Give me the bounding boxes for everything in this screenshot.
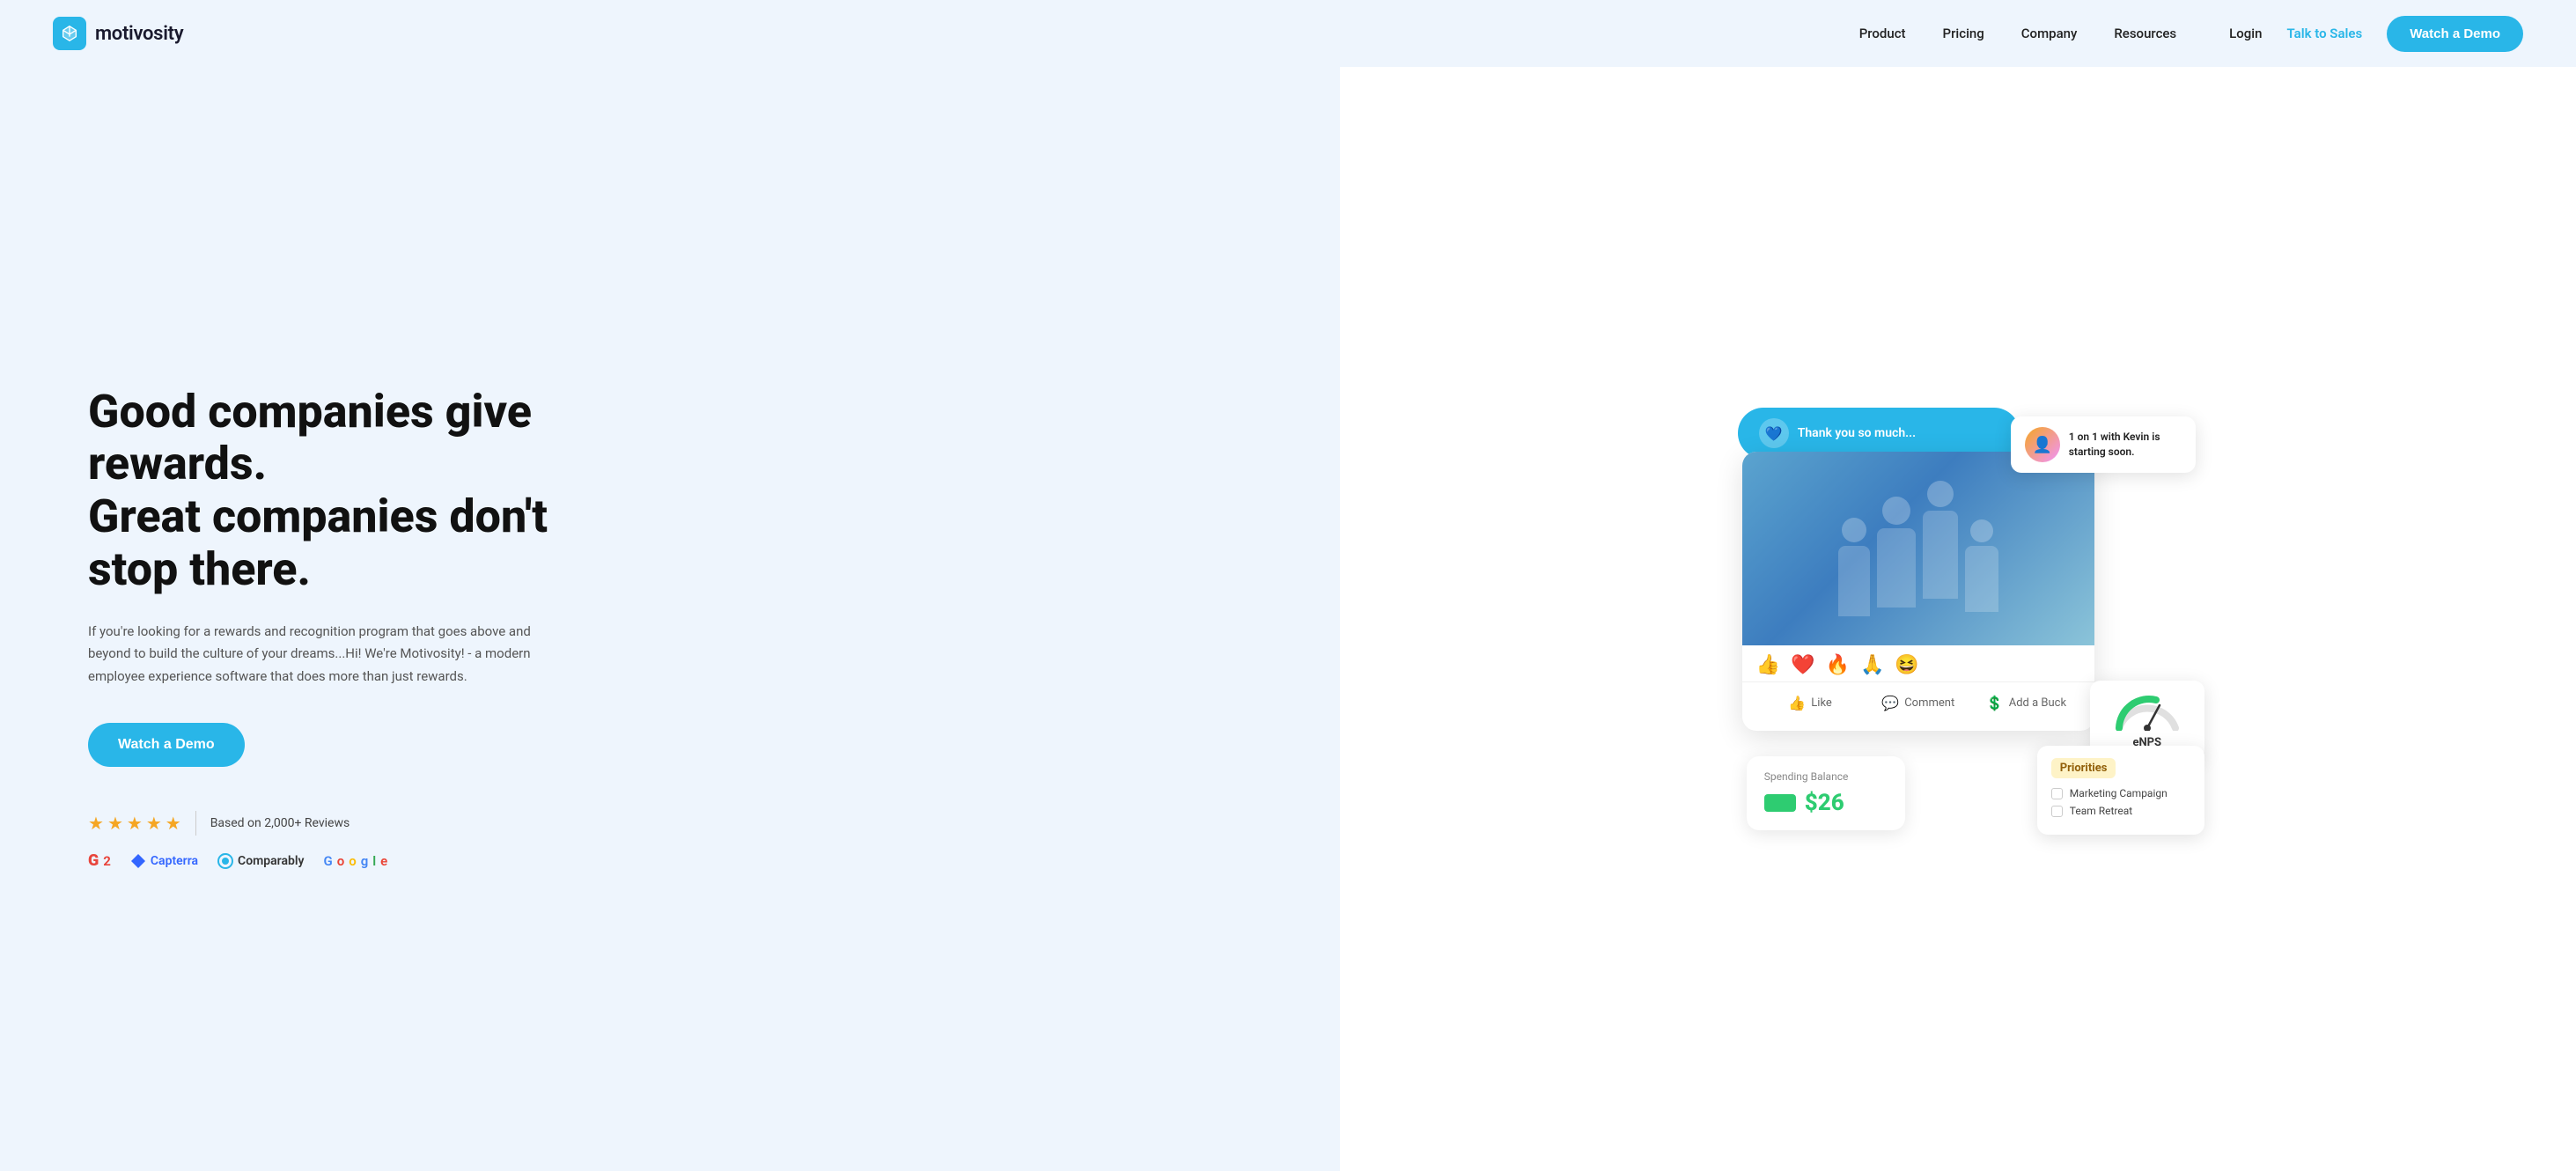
logo[interactable]: motivosity xyxy=(53,17,183,50)
google-g: G xyxy=(323,853,332,869)
enps-chart xyxy=(2112,691,2182,731)
comparably-icon xyxy=(217,853,233,869)
nav-pricing[interactable]: Pricing xyxy=(1943,26,1984,41)
hero-heading: Good companies give rewards. Great compa… xyxy=(88,386,616,596)
logo-icon xyxy=(53,17,86,50)
actions-bar: 👍 Like 💬 Comment 💲 Add a Buck xyxy=(1742,681,2094,731)
comparably-label: Comparably xyxy=(238,854,304,868)
hero-left: Good companies give rewards. Great compa… xyxy=(0,67,1340,1171)
capterra-label: Capterra xyxy=(151,854,198,868)
capterra-icon xyxy=(130,853,146,869)
person-3 xyxy=(1923,481,1958,599)
google-e: e xyxy=(380,853,387,869)
review-divider xyxy=(195,811,196,836)
hero-heading-line2: Great companies don't stop there. xyxy=(88,490,548,596)
spending-card: Spending Balance $26 xyxy=(1747,756,1905,830)
partner-logos: G 2 Capterra Comparably Google xyxy=(88,851,1287,870)
brand-name: motivosity xyxy=(95,23,183,45)
post-photo xyxy=(1742,452,2094,645)
person-1 xyxy=(1838,518,1870,616)
comment-button[interactable]: 💬 Comment xyxy=(1864,688,1972,718)
watch-demo-nav-button[interactable]: Watch a Demo xyxy=(2387,16,2523,52)
dollar-icon: 💲 xyxy=(1986,695,2004,711)
reactions-bar: 👍 ❤️ 🔥 🙏 😆 xyxy=(1742,645,2094,681)
heart-icon: 💙 xyxy=(1759,418,1789,448)
notif-avatar: 👤 xyxy=(2025,427,2060,462)
reaction-fire[interactable]: 🔥 xyxy=(1826,654,1850,676)
priority-item-2: Team Retreat xyxy=(2051,805,2190,817)
priority-label-1: Marketing Campaign xyxy=(2070,787,2168,799)
hero-right: 💙 Thank you so much... xyxy=(1340,67,2576,1171)
add-buck-label: Add a Buck xyxy=(2009,696,2066,710)
priorities-header: Priorities xyxy=(2051,758,2116,778)
person-2 xyxy=(1877,497,1916,608)
google-l: l xyxy=(372,853,376,869)
talk-to-sales-button[interactable]: Talk to Sales xyxy=(2286,26,2362,41)
star-2: ★ xyxy=(107,813,123,834)
notification-card: 👤 1 on 1 with Kevin is starting soon. xyxy=(2011,416,2196,473)
reviews-row: ★ ★ ★ ★ ★ Based on 2,000+ Reviews xyxy=(88,811,1287,836)
comparably-logo[interactable]: Comparably xyxy=(217,853,304,869)
people-group xyxy=(1821,481,2016,616)
like-icon: 👍 xyxy=(1788,695,1806,711)
priority-label-2: Team Retreat xyxy=(2070,805,2132,817)
google-o2: o xyxy=(349,853,357,869)
reaction-thumbs-up[interactable]: 👍 xyxy=(1756,654,1780,676)
add-buck-button[interactable]: 💲 Add a Buck xyxy=(1972,688,2080,718)
review-count-text: Based on 2,000+ Reviews xyxy=(210,816,350,830)
comment-icon: 💬 xyxy=(1881,695,1899,711)
priority-item-1: Marketing Campaign xyxy=(2051,787,2190,799)
reaction-laugh[interactable]: 😆 xyxy=(1895,654,1918,676)
nav-resources[interactable]: Resources xyxy=(2114,26,2176,41)
spending-amount: $26 xyxy=(1805,790,1844,816)
priorities-card: Priorities Marketing Campaign Team Retre… xyxy=(2037,746,2204,835)
star-1: ★ xyxy=(88,813,104,834)
g2-logo[interactable]: G 2 xyxy=(88,851,111,870)
priority-checkbox-2[interactable] xyxy=(2051,806,2063,817)
reaction-pray[interactable]: 🙏 xyxy=(1860,654,1884,676)
google-logo[interactable]: Google xyxy=(323,853,387,869)
star-4: ★ xyxy=(146,813,162,834)
nav-company[interactable]: Company xyxy=(2021,26,2078,41)
nav-right: Login Talk to Sales Watch a Demo xyxy=(2229,16,2523,52)
google-g2: g xyxy=(361,853,369,869)
notif-text: 1 on 1 with Kevin is starting soon. xyxy=(2069,430,2182,460)
comment-label: Comment xyxy=(1904,696,1954,710)
person-4 xyxy=(1965,519,1998,612)
watch-demo-hero-button[interactable]: Watch a Demo xyxy=(88,723,245,767)
nav-product[interactable]: Product xyxy=(1859,26,1906,41)
star-3: ★ xyxy=(127,813,143,834)
priority-checkbox-1[interactable] xyxy=(2051,788,2063,799)
navbar: motivosity Product Pricing Company Resou… xyxy=(0,0,2576,67)
g2-icon: G xyxy=(88,851,99,870)
star-rating: ★ ★ ★ ★ ★ xyxy=(88,813,181,834)
google-o1: o xyxy=(337,853,345,869)
like-button[interactable]: 👍 Like xyxy=(1756,688,1865,718)
g2-label: 2 xyxy=(103,853,111,869)
reaction-heart[interactable]: ❤️ xyxy=(1791,654,1814,676)
hero-section: Good companies give rewards. Great compa… xyxy=(0,67,2576,1171)
login-button[interactable]: Login xyxy=(2229,26,2262,41)
thank-you-text: Thank you so much... xyxy=(1798,426,1916,440)
mockup-container: 💙 Thank you so much... xyxy=(1729,390,2187,848)
nav-links: Product Pricing Company Resources xyxy=(1859,26,2176,41)
star-5: ★ xyxy=(166,813,181,834)
spending-bar-icon xyxy=(1764,794,1796,812)
spending-label: Spending Balance xyxy=(1764,770,1888,783)
hero-subtext: If you're looking for a rewards and reco… xyxy=(88,621,546,689)
social-post-card: 👍 ❤️ 🔥 🙏 😆 👍 Like 💬 Comment xyxy=(1742,452,2094,731)
spending-row: $26 xyxy=(1764,790,1888,816)
hero-heading-line1: Good companies give rewards. xyxy=(88,385,532,491)
capterra-logo[interactable]: Capterra xyxy=(130,853,198,869)
enps-gauge xyxy=(2112,691,2182,731)
like-label: Like xyxy=(1811,696,1832,710)
